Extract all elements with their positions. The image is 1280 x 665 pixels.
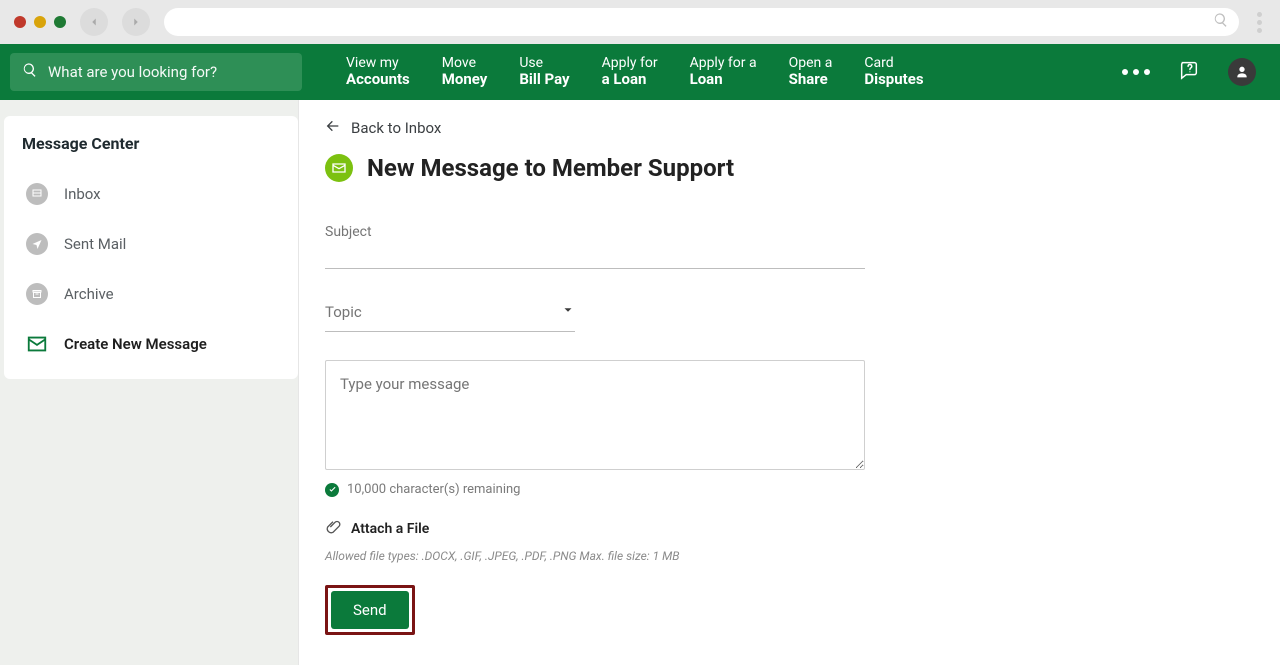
page-title-row: New Message to Member Support [325,154,1254,182]
site-search-input[interactable] [48,63,290,81]
message-textarea[interactable] [325,360,865,470]
sidebar-title: Message Center [22,134,280,153]
sent-icon [26,233,48,255]
nav-line1: Use [519,56,569,71]
back-label: Back to Inbox [351,119,441,137]
site-search[interactable] [10,53,302,91]
char-remaining: 10,000 character(s) remaining [325,482,865,497]
search-icon [22,62,38,82]
close-window-icon[interactable] [14,16,26,28]
nav-line1: Card [864,56,923,71]
window-controls [14,16,66,28]
browser-chrome [0,0,1280,44]
sidebar-item-inbox[interactable]: Inbox [22,169,280,219]
nav-line1: Apply for a [690,56,757,71]
inbox-icon [26,183,48,205]
sidebar-item-sent[interactable]: Sent Mail [22,219,280,269]
nav-line2: Loan [690,71,757,88]
nav-line1: View my [346,56,410,71]
topic-label: Topic [325,303,362,321]
nav-card-disputes[interactable]: Card Disputes [864,56,923,88]
archive-icon [26,283,48,305]
subject-field[interactable]: Subject [325,224,865,269]
help-icon[interactable] [1178,59,1200,85]
nav-apply-loan-1[interactable]: Apply for a Loan [602,56,658,88]
subject-label: Subject [325,224,372,240]
more-menu-button[interactable] [1122,69,1150,75]
attach-hint: Allowed file types: .DOCX, .GIF, .JPEG, … [325,549,865,563]
sidebar-item-label: Archive [64,285,114,303]
chevron-down-icon [561,303,575,321]
main-panel: Back to Inbox New Message to Member Supp… [298,100,1280,665]
nav-line1: Move [442,56,488,71]
browser-menu-button[interactable] [1253,8,1266,37]
nav-bill-pay[interactable]: Use Bill Pay [519,56,569,88]
message-center-card: Message Center Inbox Sent Mail Archive [4,116,298,379]
browser-back-button[interactable] [80,8,108,36]
send-button[interactable]: Send [331,591,409,629]
nav-line2: Accounts [346,71,410,88]
nav-line2: Share [789,71,833,88]
nav-line2: Money [442,71,488,88]
browser-forward-button[interactable] [122,8,150,36]
check-circle-icon [325,483,339,497]
compose-icon [26,333,48,355]
nav-line1: Open a [789,56,833,71]
nav-right [1122,58,1274,86]
remaining-text: 10,000 character(s) remaining [347,482,520,497]
page-title: New Message to Member Support [367,154,734,182]
sidebar-item-label: Inbox [64,185,101,203]
topic-select[interactable]: Topic [325,297,575,332]
compose-form: Subject Topic 10,000 character(s) remain… [325,224,865,635]
paperclip-icon [325,519,341,539]
message-icon [325,154,353,182]
sidebar-item-label: Create New Message [64,335,207,353]
attach-file-button[interactable]: Attach a File [325,519,865,539]
back-to-inbox-link[interactable]: Back to Inbox [325,118,1254,138]
arrow-left-icon [325,118,341,138]
nav-apply-loan-2[interactable]: Apply for a Loan [690,56,757,88]
sidebar-item-label: Sent Mail [64,235,126,253]
search-icon [1213,12,1229,32]
nav-view-accounts[interactable]: View my Accounts [346,56,410,88]
minimize-window-icon[interactable] [34,16,46,28]
nav-line2: Bill Pay [519,71,569,88]
browser-address-bar[interactable] [164,8,1239,36]
maximize-window-icon[interactable] [54,16,66,28]
profile-avatar[interactable] [1228,58,1256,86]
nav-items: View my Accounts Move Money Use Bill Pay… [346,56,924,88]
sidebar: Message Center Inbox Sent Mail Archive [0,100,298,665]
attach-label: Attach a File [351,521,429,537]
sidebar-item-compose[interactable]: Create New Message [22,319,280,369]
nav-line2: a Loan [602,71,658,88]
top-nav: View my Accounts Move Money Use Bill Pay… [0,44,1280,100]
subject-input[interactable] [325,224,865,269]
workspace: Message Center Inbox Sent Mail Archive [0,100,1280,665]
nav-line2: Disputes [864,71,923,88]
send-highlight-frame: Send [325,585,415,635]
nav-move-money[interactable]: Move Money [442,56,488,88]
nav-open-share[interactable]: Open a Share [789,56,833,88]
nav-line1: Apply for [602,56,658,71]
sidebar-item-archive[interactable]: Archive [22,269,280,319]
